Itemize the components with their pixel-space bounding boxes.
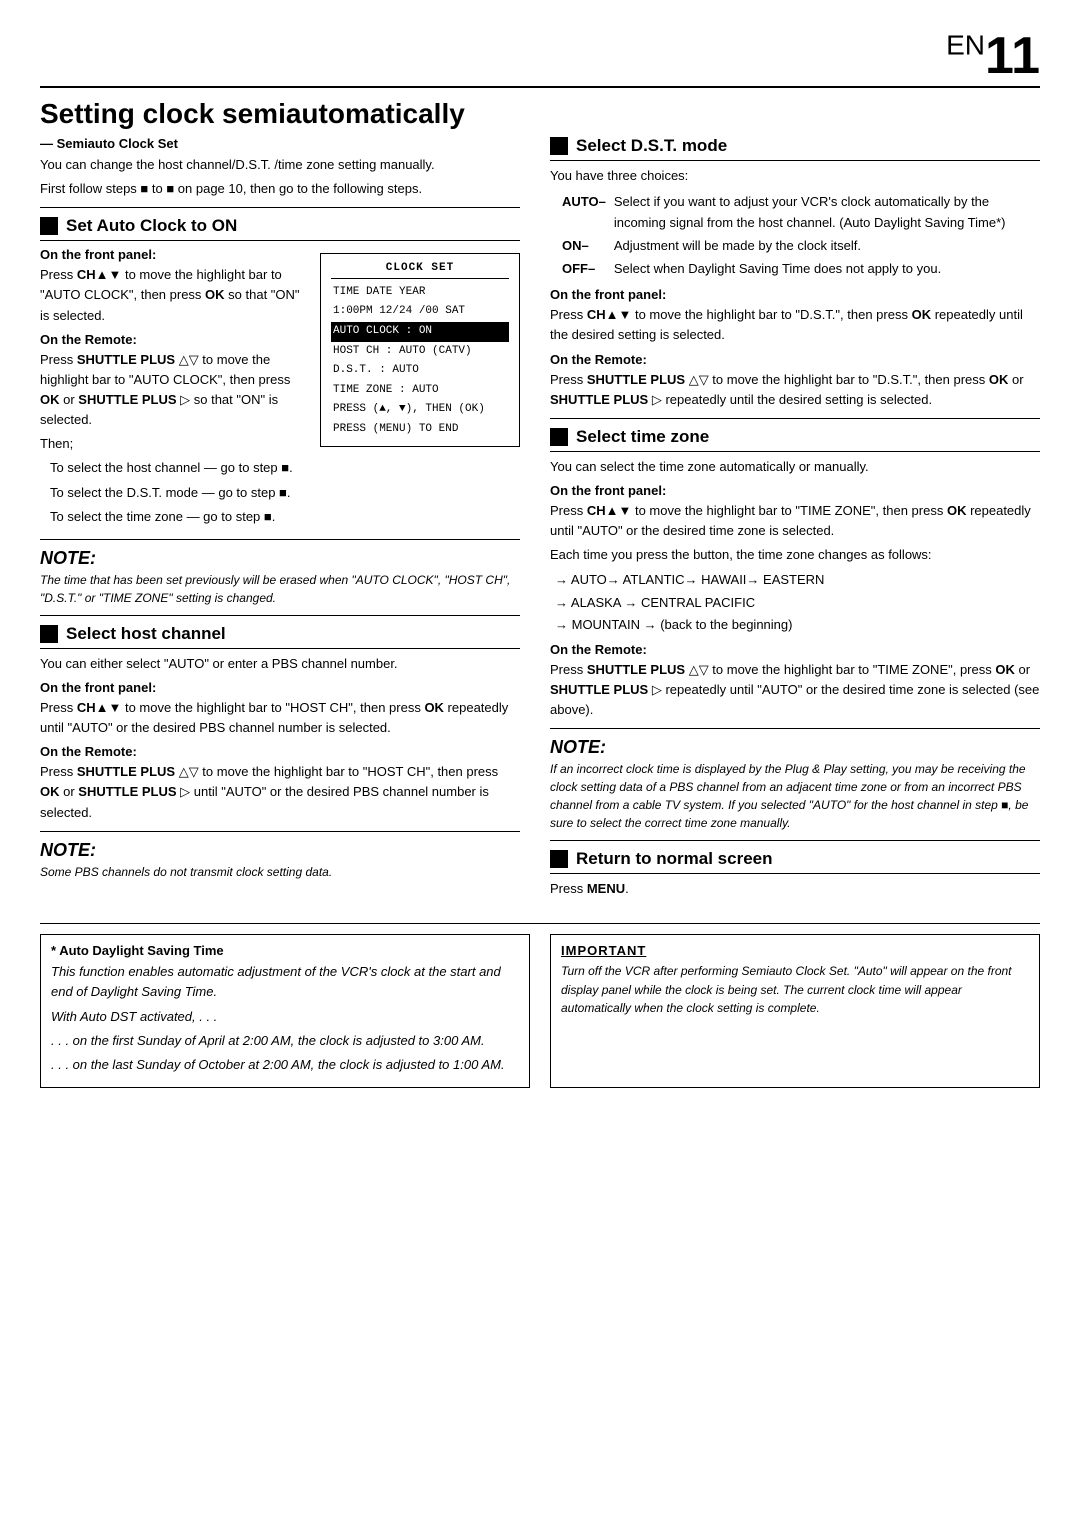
set-auto-clock-title: Set Auto Clock to ON	[66, 216, 237, 236]
note3-text: If an incorrect clock time is displayed …	[550, 760, 1040, 832]
note-block-1: NOTE: The time that has been set previou…	[40, 548, 520, 607]
important-box: IMPORTANT Turn off the VCR after perform…	[550, 934, 1040, 1088]
step3: To select the time zone — go to step ■.	[50, 507, 520, 527]
dst-front-panel-text: Press CH▲▼ to move the highlight bar to …	[550, 305, 1040, 345]
important-text: Turn off the VCR after performing Semiau…	[561, 962, 1029, 1018]
clock-row-7: PRESS (▲, ▼), THEN (OK)	[331, 400, 509, 420]
return-title: Return to normal screen	[576, 849, 773, 869]
auto-dst-text3: . . . on the first Sunday of April at 2:…	[51, 1031, 519, 1051]
select-dst-heading: Select D.S.T. mode	[550, 136, 1040, 161]
note-block-3: NOTE: If an incorrect clock time is disp…	[550, 737, 1040, 832]
dst-remote-label: On the Remote:	[550, 352, 1040, 367]
black-square-2	[40, 625, 58, 643]
auto-dst-text2: With Auto DST activated, . . .	[51, 1007, 519, 1027]
note-block-2: NOTE: Some PBS channels do not transmit …	[40, 840, 520, 881]
dst-on-text: Adjustment will be made by the clock its…	[614, 236, 1038, 257]
clock-row-5: D.S.T. : AUTO	[331, 361, 509, 381]
dst-on-row: ON– Adjustment will be made by the clock…	[562, 236, 1038, 257]
dst-auto-row: AUTO– Select if you want to adjust your …	[562, 192, 1038, 234]
page-header: EN11	[40, 30, 1040, 88]
dst-front-panel-label: On the front panel:	[550, 287, 1040, 302]
divider-2	[40, 539, 520, 540]
intro-text2: First follow steps ■ to ■ on page 10, th…	[40, 179, 520, 199]
note2-title: NOTE:	[40, 840, 520, 861]
black-square-1	[40, 217, 58, 235]
step1: To select the host channel — go to step …	[50, 458, 520, 478]
intro-text1: You can change the host channel/D.S.T. /…	[40, 155, 520, 175]
clock-row-3-highlight: AUTO CLOCK : ON	[331, 322, 509, 342]
dst-off-row: OFF– Select when Daylight Saving Time do…	[562, 259, 1038, 280]
auto-clock-content: CLOCK SET TIME DATE YEAR 1:00PM 12/24 /0…	[40, 247, 520, 531]
en-label: EN	[946, 30, 985, 61]
bottom-section: * Auto Daylight Saving Time This functio…	[40, 923, 1040, 1088]
tz-zone-1: → AUTO→ ATLANTIC→ HAWAII→ EASTERN	[555, 569, 1040, 591]
divider-4	[40, 831, 520, 832]
dst-on-label: ON–	[562, 236, 612, 257]
clock-row-1: TIME DATE YEAR	[331, 283, 509, 303]
dst-options-table: AUTO– Select if you want to adjust your …	[560, 190, 1040, 281]
main-content: — Semiauto Clock Set You can change the …	[40, 136, 1040, 903]
black-square-5	[550, 850, 568, 868]
set-auto-clock-heading: Set Auto Clock to ON	[40, 216, 520, 241]
page-title: Setting clock semiautomatically	[40, 98, 1040, 130]
auto-dst-title: * Auto Daylight Saving Time	[51, 943, 519, 958]
divider-5	[550, 418, 1040, 419]
left-column: — Semiauto Clock Set You can change the …	[40, 136, 520, 903]
semiauto-subtitle: — Semiauto Clock Set	[40, 136, 520, 151]
important-title: IMPORTANT	[561, 943, 1029, 958]
tz-remote-text: Press SHUTTLE PLUS △▽ to move the highli…	[550, 660, 1040, 720]
return-text: Press MENU.	[550, 879, 1040, 899]
dst-auto-label: AUTO–	[562, 192, 612, 234]
select-host-title: Select host channel	[66, 624, 226, 644]
note3-title: NOTE:	[550, 737, 1040, 758]
tz-intro: You can select the time zone automatical…	[550, 457, 1040, 477]
intro-follow: First follow steps ■ to ■ on page 10, th…	[40, 181, 422, 196]
select-tz-title: Select time zone	[576, 427, 709, 447]
divider-6	[550, 728, 1040, 729]
divider-3	[40, 615, 520, 616]
black-square-3	[550, 137, 568, 155]
auto-dst-text1: This function enables automatic adjustme…	[51, 962, 519, 1002]
dst-intro: You have three choices:	[550, 166, 1040, 186]
tz-front-panel-label: On the front panel:	[550, 483, 1040, 498]
clock-set-title: CLOCK SET	[331, 260, 509, 279]
step2: To select the D.S.T. mode — go to step ■…	[50, 483, 520, 503]
right-column: Select D.S.T. mode You have three choice…	[550, 136, 1040, 903]
tz-front-panel-text: Press CH▲▼ to move the highlight bar to …	[550, 501, 1040, 541]
clock-row-2: 1:00PM 12/24 /00 SAT	[331, 302, 509, 322]
tz-front-panel-text2: Each time you press the button, the time…	[550, 545, 1040, 565]
select-dst-title: Select D.S.T. mode	[576, 136, 727, 156]
divider-7	[550, 840, 1040, 841]
select-tz-heading: Select time zone	[550, 427, 1040, 452]
return-heading: Return to normal screen	[550, 849, 1040, 874]
select-host-intro: You can either select "AUTO" or enter a …	[40, 654, 520, 674]
dst-off-text: Select when Daylight Saving Time does no…	[614, 259, 1038, 280]
auto-dst-text4: . . . on the last Sunday of October at 2…	[51, 1055, 519, 1075]
dst-remote-text: Press SHUTTLE PLUS △▽ to move the highli…	[550, 370, 1040, 410]
host-front-panel-label: On the front panel:	[40, 680, 520, 695]
select-host-heading: Select host channel	[40, 624, 520, 649]
clock-row-6: TIME ZONE : AUTO	[331, 381, 509, 401]
note1-title: NOTE:	[40, 548, 520, 569]
host-remote-text: Press SHUTTLE PLUS △▽ to move the highli…	[40, 762, 520, 822]
host-remote-label: On the Remote:	[40, 744, 520, 759]
dst-off-label: OFF–	[562, 259, 612, 280]
host-front-panel-text: Press CH▲▼ to move the highlight bar to …	[40, 698, 520, 738]
clock-set-diagram: CLOCK SET TIME DATE YEAR 1:00PM 12/24 /0…	[320, 253, 520, 446]
tz-remote-label: On the Remote:	[550, 642, 1040, 657]
tz-zone-3: → MOUNTAIN → (back to the beginning)	[555, 614, 1040, 636]
divider-1	[40, 207, 520, 208]
auto-dst-box: * Auto Daylight Saving Time This functio…	[40, 934, 530, 1088]
note1-text: The time that has been set previously wi…	[40, 571, 520, 607]
black-square-4	[550, 428, 568, 446]
tz-zone-2: → ALASKA → CENTRAL PACIFIC	[555, 592, 1040, 614]
tz-zones-list: → AUTO→ ATLANTIC→ HAWAII→ EASTERN → ALAS…	[555, 569, 1040, 635]
clock-row-4: HOST CH : AUTO (CATV)	[331, 342, 509, 362]
note2-text: Some PBS channels do not transmit clock …	[40, 863, 520, 881]
page-number: 11	[985, 27, 1040, 85]
dst-auto-text: Select if you want to adjust your VCR's …	[614, 192, 1038, 234]
clock-row-8: PRESS (MENU) TO END	[331, 420, 509, 440]
